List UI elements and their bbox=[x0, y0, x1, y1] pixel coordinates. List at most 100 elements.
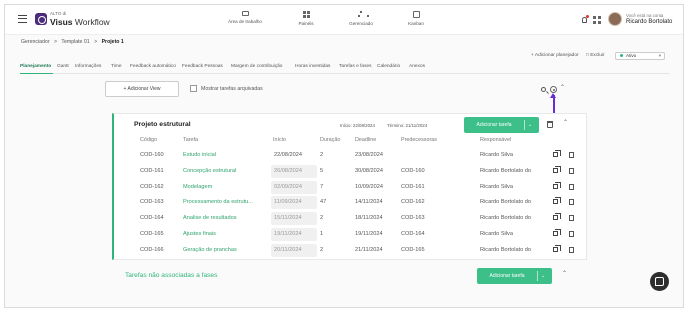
nav-managed[interactable]: Gerenciado bbox=[336, 11, 386, 26]
copy-icon[interactable] bbox=[553, 244, 561, 252]
task-deadline[interactable]: 23/08/2024 bbox=[355, 152, 383, 158]
task-predecessors[interactable]: COD-164 bbox=[401, 231, 425, 237]
task-start-field[interactable]: 15/11/2024 bbox=[271, 212, 317, 226]
trash-icon[interactable] bbox=[569, 152, 574, 158]
task-start-field[interactable]: 22/08/2024 bbox=[271, 149, 317, 162]
gear-icon[interactable] bbox=[550, 86, 557, 93]
trash-icon[interactable] bbox=[569, 231, 574, 237]
task-duration[interactable]: 7 bbox=[320, 184, 323, 190]
nav-workspace[interactable]: Área de trabalho bbox=[220, 11, 270, 24]
task-duration[interactable]: 5 bbox=[320, 168, 323, 174]
trash-icon[interactable] bbox=[547, 121, 553, 128]
notification-bell-icon[interactable] bbox=[582, 15, 589, 23]
task-predecessors[interactable]: COD-162 bbox=[401, 199, 425, 205]
task-duration[interactable]: 1 bbox=[320, 231, 323, 237]
tab-auto-feedback[interactable]: Feedback automático bbox=[130, 64, 176, 69]
apps-grid-icon[interactable] bbox=[593, 16, 601, 24]
task-deadline[interactable]: 19/11/2024 bbox=[355, 231, 383, 237]
trash-icon[interactable] bbox=[569, 199, 574, 206]
task-owner[interactable]: Ricardo Bortolato do bbox=[480, 247, 531, 253]
status-select[interactable]: Ativo ▾ bbox=[615, 52, 665, 60]
add-task-button[interactable]: Adicionar tarefa ⌄ bbox=[464, 117, 539, 133]
task-deadline[interactable]: 10/09/2024 bbox=[355, 184, 383, 190]
column-header-deadline[interactable]: Deadline bbox=[355, 137, 376, 143]
task-deadline[interactable]: 21/11/2024 bbox=[355, 247, 383, 253]
copy-icon[interactable] bbox=[553, 197, 561, 205]
column-header-code[interactable]: Código bbox=[140, 137, 157, 143]
tab-people-feedback[interactable]: Feedback Pessoas bbox=[182, 64, 223, 69]
task-predecessors[interactable]: COD-163 bbox=[401, 215, 425, 221]
task-owner[interactable]: Ricardo Silva bbox=[480, 231, 513, 237]
delete-button[interactable]: □ Excluir bbox=[586, 53, 605, 58]
task-name-link[interactable]: Processamento da estrutu... bbox=[183, 199, 253, 205]
column-header-predecessors[interactable]: Predecessoras bbox=[401, 137, 437, 143]
breadcrumb-template[interactable]: Template 01 bbox=[61, 39, 89, 45]
avatar[interactable] bbox=[608, 12, 622, 26]
task-predecessors[interactable]: COD-165 bbox=[401, 247, 425, 253]
nav-kanban[interactable]: Kanban bbox=[391, 11, 441, 26]
add-unassociated-task-button[interactable]: Adicionar tarefa ⌄ bbox=[477, 268, 552, 284]
add-planner-button[interactable]: + Adicionar planejador bbox=[531, 53, 579, 58]
trash-icon[interactable] bbox=[569, 167, 574, 174]
task-name-link[interactable]: Analise de resultados bbox=[183, 215, 237, 221]
table-row[interactable]: COD-164 Analise de resultados 15/11/2024 2 1… bbox=[114, 212, 587, 228]
tab-hours[interactable]: Horas investidas bbox=[295, 64, 330, 69]
task-name-link[interactable]: Estudo inicial bbox=[183, 152, 216, 158]
add-view-button[interactable]: + Adicionar View bbox=[105, 81, 179, 97]
column-header-owner[interactable]: Responsável bbox=[480, 137, 511, 143]
task-deadline[interactable]: 18/11/2024 bbox=[355, 215, 383, 221]
copy-icon[interactable] bbox=[553, 229, 561, 236]
task-name-link[interactable]: Modelagem bbox=[183, 184, 212, 190]
copy-icon[interactable] bbox=[553, 150, 561, 157]
trash-icon[interactable] bbox=[569, 215, 574, 222]
task-name-link[interactable]: Ajustes finais bbox=[183, 231, 216, 237]
chevron-down-icon[interactable]: ⌄ bbox=[541, 268, 545, 284]
task-start-field[interactable]: 19/11/2024 bbox=[271, 228, 317, 241]
column-header-start[interactable]: Início bbox=[273, 137, 286, 143]
menu-icon[interactable] bbox=[18, 15, 27, 23]
table-row[interactable]: COD-163 Processamento da estrutu... 11/09/… bbox=[114, 196, 587, 212]
tab-attachments[interactable]: Anexos bbox=[409, 64, 425, 69]
tab-planning[interactable]: Planejamento bbox=[20, 64, 51, 69]
task-predecessors[interactable]: COD-160 bbox=[401, 168, 425, 174]
column-header-duration[interactable]: Duração bbox=[320, 137, 340, 143]
chevron-up-icon[interactable]: ⌃ bbox=[562, 270, 567, 277]
task-deadline[interactable]: 30/08/2024 bbox=[355, 168, 383, 174]
task-name-link[interactable]: Concepção estrutural bbox=[183, 168, 236, 174]
task-duration[interactable]: 2 bbox=[320, 152, 323, 158]
task-name-link[interactable]: Geração de pranchas bbox=[183, 247, 237, 253]
task-start-field[interactable]: 20/11/2024 bbox=[271, 243, 317, 257]
tab-margin[interactable]: Margem de contribuição bbox=[231, 64, 282, 69]
task-start-field[interactable]: 11/09/2024 bbox=[271, 196, 317, 210]
trash-icon[interactable] bbox=[569, 246, 574, 253]
column-header-task[interactable]: Tarefa bbox=[183, 137, 198, 143]
tab-info[interactable]: Informações bbox=[75, 64, 101, 69]
task-predecessors[interactable]: COD-161 bbox=[401, 184, 425, 190]
task-duration[interactable]: 2 bbox=[320, 215, 323, 221]
task-owner[interactable]: Ricardo Silva bbox=[480, 152, 513, 158]
copy-icon[interactable] bbox=[553, 181, 561, 189]
copy-icon[interactable] bbox=[553, 213, 561, 221]
chat-help-button[interactable] bbox=[650, 272, 669, 291]
task-owner[interactable]: Ricardo Silva bbox=[480, 184, 513, 190]
search-icon[interactable] bbox=[541, 87, 546, 92]
tab-tasks-phases[interactable]: Tarefas e fases bbox=[339, 64, 372, 69]
table-row[interactable]: COD-162 Modelagem 02/09/2024 7 10/09/2024 COD… bbox=[114, 180, 587, 197]
task-duration[interactable]: 2 bbox=[320, 247, 323, 253]
tab-calendar[interactable]: Calendário bbox=[377, 64, 400, 69]
task-start-field[interactable]: 02/09/2024 bbox=[271, 180, 317, 194]
task-deadline[interactable]: 14/11/2024 bbox=[355, 199, 383, 205]
nav-dashboards[interactable]: Painéis bbox=[281, 11, 331, 26]
tab-team[interactable]: Time bbox=[111, 64, 121, 69]
trash-icon[interactable] bbox=[569, 183, 574, 190]
copy-icon[interactable] bbox=[553, 165, 561, 173]
task-owner[interactable]: Ricardo Bortolato do bbox=[480, 168, 531, 174]
table-row[interactable]: COD-160 Estudo inicial 22/08/2024 2 23/08/20… bbox=[114, 149, 587, 165]
table-row[interactable]: COD-161 Concepção estrutural 26/08/2024 5 30… bbox=[114, 164, 587, 181]
chevron-down-icon[interactable]: ⌄ bbox=[528, 117, 532, 133]
table-row[interactable]: COD-165 Ajustes finais 19/11/2024 1 19/11/20… bbox=[114, 228, 587, 244]
breadcrumb-manager[interactable]: Gerenciador bbox=[21, 39, 50, 45]
task-duration[interactable]: 47 bbox=[320, 199, 326, 205]
tab-gantt[interactable]: Gantt bbox=[57, 64, 69, 69]
collapse-all-icon[interactable]: ⌃ bbox=[560, 84, 565, 91]
